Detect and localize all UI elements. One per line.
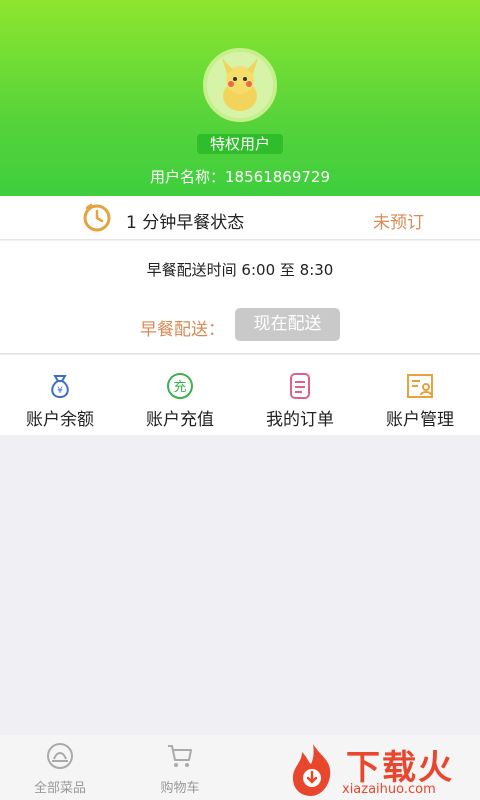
menu-label-orders: 我的订单: [266, 410, 334, 430]
status-title: 1 分钟早餐状态: [126, 213, 245, 233]
delivery-label: 早餐配送：: [140, 320, 225, 340]
tab-label-cart: 购物车: [160, 781, 200, 796]
delivery-time-text: 早餐配送时间 6:00 至 8:30: [146, 261, 334, 279]
recharge-icon: 充: [167, 373, 193, 399]
menu-label-balance: 账户余额: [26, 410, 94, 430]
order-list-icon: [290, 373, 310, 399]
cart-icon: [168, 745, 192, 767]
menu-item-account[interactable]: 账户管理: [360, 355, 480, 435]
account-card-icon: [407, 374, 433, 398]
breakfast-status-bar[interactable]: 1 分钟早餐状态 未预订: [0, 196, 480, 240]
deliver-now-button[interactable]: 现在配送: [235, 308, 340, 341]
delivery-section: 早餐配送时间 6:00 至 8:30 早餐配送： 现在配送: [0, 241, 480, 354]
username-label: 用户名称：: [150, 168, 226, 186]
account-menu: ¥ 账户余额 充 账户充值 我的订单 账户管理: [0, 355, 480, 435]
svg-text:¥: ¥: [57, 386, 63, 396]
clock-icon: [83, 203, 111, 232]
tab-cart[interactable]: 购物车: [120, 735, 240, 800]
status-value: 未预订: [373, 213, 424, 233]
watermark-url: xiazaihuo.com: [342, 782, 436, 797]
svg-text:充: 充: [173, 379, 186, 395]
pikachu-avatar-icon: [207, 52, 273, 118]
dish-icon: [47, 743, 73, 769]
user-level-badge: 特权用户: [197, 134, 283, 154]
username-value: 18561869729: [225, 168, 330, 186]
profile-header: 特权用户 用户名称：18561869729: [0, 0, 480, 196]
menu-item-orders[interactable]: 我的订单: [240, 355, 360, 435]
username-line: 用户名称：18561869729: [0, 166, 480, 187]
menu-label-recharge: 账户充值: [146, 410, 214, 430]
flame-logo-icon: [292, 744, 331, 796]
avatar[interactable]: [203, 48, 277, 122]
money-bag-icon: ¥: [51, 375, 69, 399]
tab-label-all-dishes: 全部菜品: [33, 781, 86, 796]
menu-item-recharge[interactable]: 充 账户充值: [120, 355, 240, 435]
tab-all-dishes[interactable]: 全部菜品: [0, 735, 120, 800]
menu-label-account: 账户管理: [386, 410, 454, 430]
menu-item-balance[interactable]: ¥ 账户余额: [0, 355, 120, 435]
watermark-logo: 下载火 xiazaihuo.com: [282, 738, 480, 800]
